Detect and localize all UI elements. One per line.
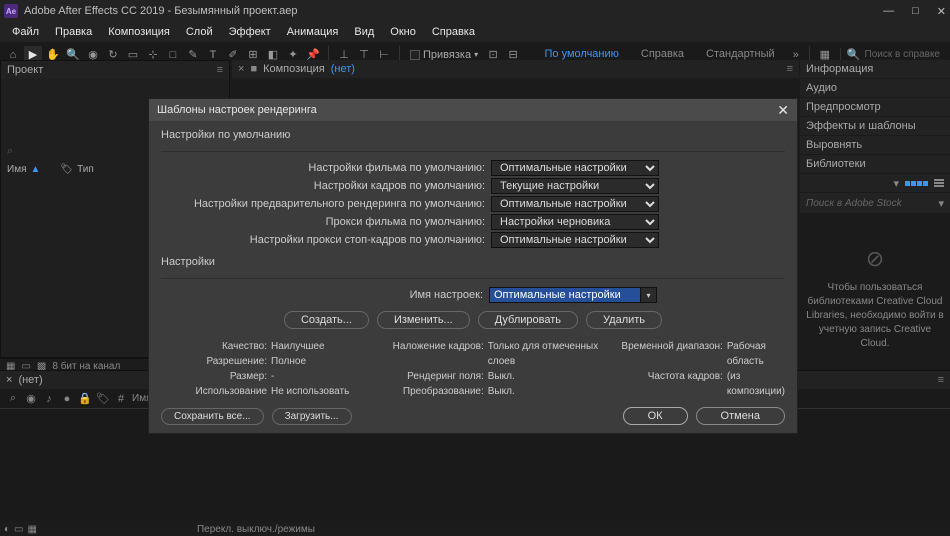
info-key: Размер: bbox=[161, 369, 271, 384]
default-movie-proxy-row: Прокси фильма по умолчанию: Настройки че… bbox=[161, 214, 785, 230]
edit-button[interactable]: Изменить... bbox=[377, 311, 470, 329]
delete-button[interactable]: Удалить bbox=[586, 311, 662, 329]
dialog-titlebar: Шаблоны настроек рендеринга ✕ bbox=[149, 99, 797, 121]
info-key: Использование прокси: bbox=[161, 384, 271, 399]
default-prerender-row: Настройки предварительного рендеринга по… bbox=[161, 196, 785, 212]
settings-button-row: Создать... Изменить... Дублировать Удали… bbox=[161, 311, 785, 329]
dialog-footer-right: ОК Отмена bbox=[623, 407, 785, 425]
default-prerender-select[interactable]: Оптимальные настройки bbox=[491, 196, 659, 212]
ok-button[interactable]: ОК bbox=[623, 407, 688, 425]
default-movie-proxy-label: Прокси фильма по умолчанию: bbox=[161, 216, 491, 228]
info-val: Выкл. bbox=[488, 384, 515, 399]
info-col-mid: Наложение кадров:Только для отмеченных с… bbox=[378, 339, 599, 399]
info-val: Не использовать прокси bbox=[271, 384, 360, 399]
info-val: - bbox=[271, 369, 274, 384]
settings-legend: Настройки bbox=[161, 256, 785, 268]
dialog-footer: Сохранить все... Загрузить... ОК Отмена bbox=[149, 399, 797, 433]
dialog-body: Настройки по умолчанию Настройки фильма … bbox=[149, 121, 797, 399]
duplicate-button[interactable]: Дублировать bbox=[478, 311, 578, 329]
settings-name-combo: ▾ bbox=[489, 287, 657, 303]
dialog-backdrop: Шаблоны настроек рендеринга ✕ Настройки … bbox=[0, 0, 950, 536]
default-movie-select[interactable]: Оптимальные настройки bbox=[491, 160, 659, 176]
info-key: Временной диапазон: bbox=[617, 339, 727, 369]
default-still-proxy-row: Настройки прокси стоп-кадров по умолчани… bbox=[161, 232, 785, 248]
default-frame-select[interactable]: Текущие настройки bbox=[491, 178, 659, 194]
info-val: (из композиции) bbox=[727, 369, 785, 399]
settings-section: Настройки Имя настроек: ▾ Создать... Изм… bbox=[161, 256, 785, 399]
default-still-proxy-select[interactable]: Оптимальные настройки bbox=[491, 232, 659, 248]
info-val: Только для отмеченных слоев bbox=[488, 339, 599, 369]
default-frame-label: Настройки кадров по умолчанию: bbox=[161, 180, 491, 192]
info-key: Качество: bbox=[161, 339, 271, 354]
settings-info-grid: Качество:Наилучшее Разрешение:Полное Раз… bbox=[161, 339, 785, 399]
info-key: Рендеринг поля: bbox=[378, 369, 488, 384]
info-col-left: Качество:Наилучшее Разрешение:Полное Раз… bbox=[161, 339, 360, 399]
dialog-footer-left: Сохранить все... Загрузить... bbox=[161, 408, 352, 425]
settings-name-dropdown[interactable]: ▾ bbox=[641, 287, 657, 303]
divider bbox=[161, 278, 785, 279]
info-val: Рабочая область bbox=[727, 339, 785, 369]
settings-name-row: Имя настроек: ▾ bbox=[161, 287, 785, 303]
default-movie-label: Настройки фильма по умолчанию: bbox=[161, 162, 491, 174]
settings-name-label: Имя настроек: bbox=[410, 289, 489, 301]
settings-name-input[interactable] bbox=[489, 287, 641, 303]
default-prerender-label: Настройки предварительного рендеринга по… bbox=[161, 198, 491, 210]
info-col-right: Временной диапазон:Рабочая область Часто… bbox=[617, 339, 785, 399]
info-val: Полное bbox=[271, 354, 306, 369]
info-key: Наложение кадров: bbox=[378, 339, 488, 369]
info-key: Разрешение: bbox=[161, 354, 271, 369]
render-settings-templates-dialog: Шаблоны настроек рендеринга ✕ Настройки … bbox=[148, 98, 798, 434]
info-key: Частота кадров: bbox=[617, 369, 727, 399]
divider bbox=[161, 151, 785, 152]
defaults-legend: Настройки по умолчанию bbox=[161, 129, 785, 141]
default-still-proxy-label: Настройки прокси стоп-кадров по умолчани… bbox=[161, 234, 491, 246]
defaults-section: Настройки по умолчанию Настройки фильма … bbox=[161, 129, 785, 250]
info-val: Наилучшее bbox=[271, 339, 325, 354]
info-key: Преобразование: bbox=[378, 384, 488, 399]
default-frame-row: Настройки кадров по умолчанию: Текущие н… bbox=[161, 178, 785, 194]
dialog-title-text: Шаблоны настроек рендеринга bbox=[157, 104, 317, 116]
save-all-button[interactable]: Сохранить все... bbox=[161, 408, 264, 425]
load-button[interactable]: Загрузить... bbox=[272, 408, 352, 425]
dialog-close-button[interactable]: ✕ bbox=[777, 102, 789, 119]
default-movie-row: Настройки фильма по умолчанию: Оптимальн… bbox=[161, 160, 785, 176]
create-button[interactable]: Создать... bbox=[284, 311, 369, 329]
default-movie-proxy-select[interactable]: Настройки черновика bbox=[491, 214, 659, 230]
cancel-button[interactable]: Отмена bbox=[696, 407, 785, 425]
info-val: Выкл. bbox=[488, 369, 515, 384]
